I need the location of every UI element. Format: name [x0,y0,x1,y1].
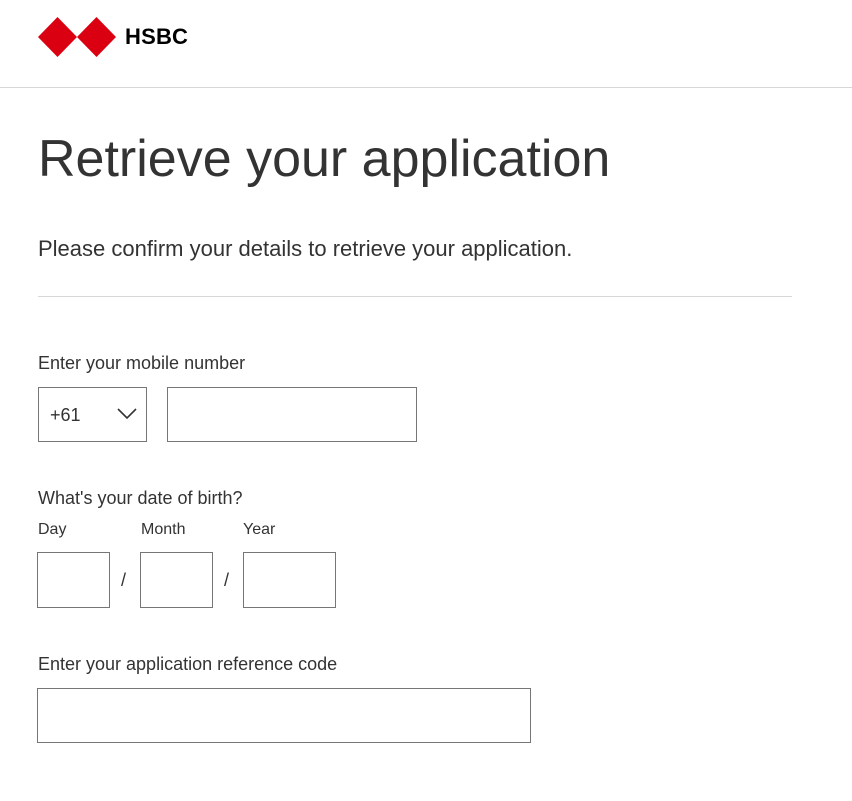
dob-month-label: Month [141,521,186,538]
mobile-number-input[interactable] [168,388,416,441]
country-code-value: +61 [50,405,81,425]
dob-day-field [37,552,110,608]
reference-code-field [37,688,531,743]
dob-year-label: Year [243,521,276,538]
chevron-down-icon [117,408,137,420]
page-subtitle: Please confirm your details to retrieve … [38,236,573,261]
dob-separator: / [121,570,127,590]
mobile-number-label: Enter your mobile number [38,353,246,373]
dob-year-input[interactable] [244,553,335,607]
dob-day-input[interactable] [38,553,109,607]
mobile-number-field [167,387,417,442]
dob-separator: / [224,570,230,590]
hsbc-hexagon-logo-icon [38,17,116,57]
section-divider [38,296,792,297]
country-code-select[interactable]: +61 [38,387,147,442]
reference-code-label: Enter your application reference code [38,654,338,674]
dob-day-label: Day [38,521,67,538]
dob-month-field [140,552,213,608]
page-title: Retrieve your application [38,130,611,188]
dob-month-input[interactable] [141,553,212,607]
dob-year-field [243,552,336,608]
reference-code-input[interactable] [38,689,530,742]
hsbc-logo[interactable]: HSBC [38,17,188,57]
brand-name: HSBC [125,24,189,49]
site-header: HSBC [0,0,852,88]
dob-label: What's your date of birth? [38,488,243,508]
